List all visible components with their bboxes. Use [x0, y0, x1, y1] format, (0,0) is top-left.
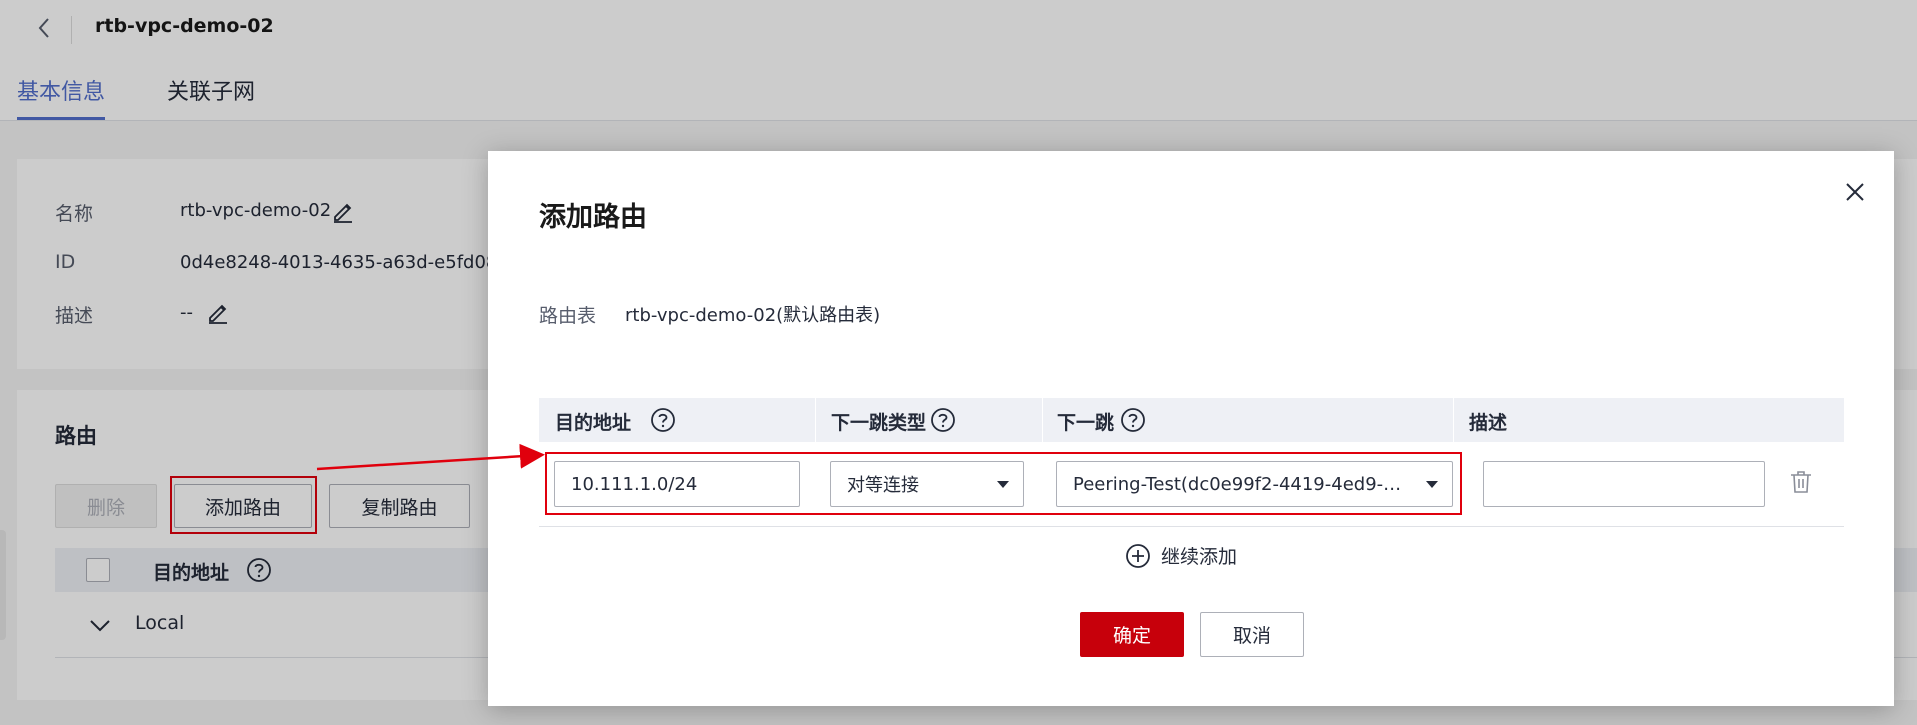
row-divider — [539, 526, 1844, 527]
route-table-value: rtb-vpc-demo-02(默认路由表) — [625, 305, 881, 326]
dialog-table-header: 目的地址 下一跳类型 下一跳 描述 — [539, 398, 1844, 442]
dialog-title: 添加路由 — [539, 202, 647, 233]
close-icon[interactable] — [1841, 178, 1869, 206]
column-separator — [815, 398, 816, 442]
next-hop-column-header: 下一跳 — [1057, 412, 1115, 434]
add-route-dialog: 添加路由 路由表 rtb-vpc-demo-02(默认路由表) 目的地址 下一跳… — [488, 151, 1894, 706]
add-circle-icon — [1126, 543, 1150, 568]
destination-help-icon[interactable] — [650, 407, 676, 433]
confirm-button[interactable]: 确定 — [1080, 612, 1184, 657]
destination-column-header: 目的地址 — [555, 412, 632, 434]
next-hop-type-column-header: 下一跳类型 — [831, 412, 927, 434]
route-row-highlight — [545, 452, 1462, 515]
next-hop-type-help-icon[interactable] — [930, 407, 956, 433]
add-more-button[interactable]: 继续添加 — [1125, 542, 1237, 569]
delete-row-icon[interactable] — [1790, 470, 1812, 499]
description-input[interactable] — [1483, 461, 1765, 507]
add-more-label: 继续添加 — [1161, 546, 1238, 568]
description-column-header: 描述 — [1469, 412, 1508, 434]
route-table-label: 路由表 — [539, 305, 597, 327]
next-hop-help-icon[interactable] — [1120, 407, 1146, 433]
column-separator — [1453, 398, 1454, 442]
cancel-button[interactable]: 取消 — [1200, 612, 1304, 657]
column-separator — [1042, 398, 1043, 442]
